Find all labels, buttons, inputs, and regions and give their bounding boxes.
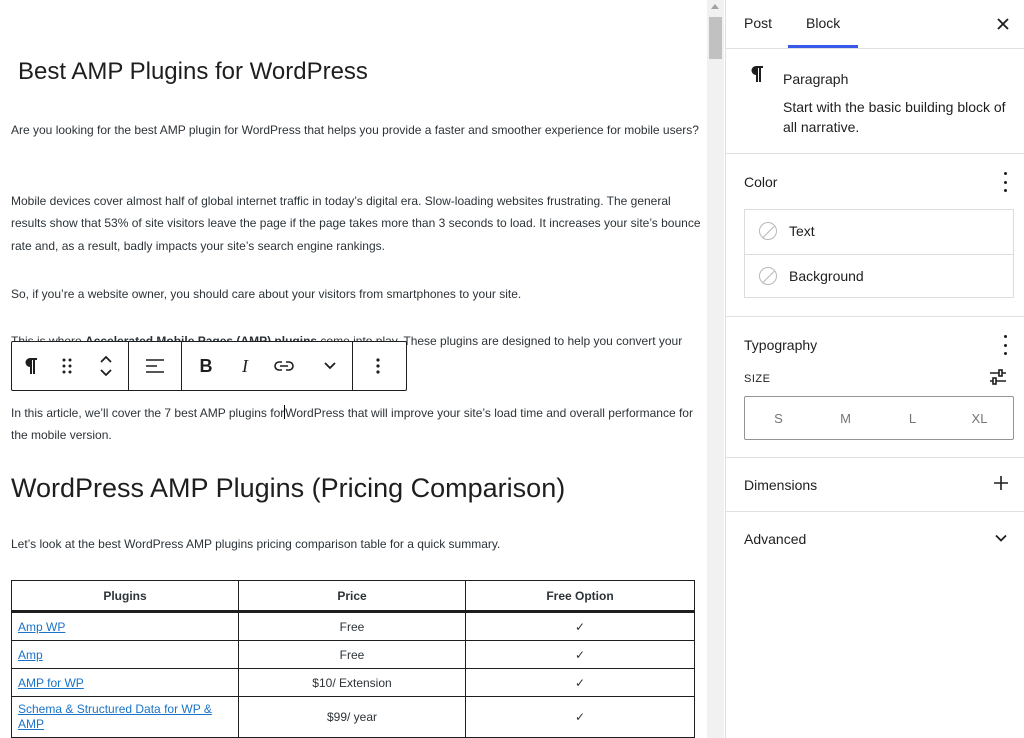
block-card-title: Paragraph: [783, 71, 849, 87]
scroll-up-arrow-icon[interactable]: [711, 4, 719, 9]
color-setting-label: Background: [789, 268, 864, 284]
settings-sidebar: Post Block Paragraph Start with the basi…: [725, 0, 1024, 738]
drag-handle-icon[interactable]: [50, 342, 84, 390]
font-size-option-l[interactable]: L: [879, 397, 946, 439]
table-cell: $99/ year: [238, 696, 466, 738]
table-row: Schema & Structured Data for WP & AMP $9…: [11, 696, 695, 738]
editor-scrollbar[interactable]: [707, 0, 724, 738]
table-row: Amp WP Free ✓: [11, 611, 695, 641]
empty-swatch-icon: [759, 267, 777, 285]
advanced-panel[interactable]: Advanced: [726, 512, 1024, 568]
advanced-panel-title: Advanced: [744, 531, 807, 547]
color-panel-title: Color: [744, 174, 778, 190]
text-color-setting[interactable]: Text: [745, 210, 1013, 254]
color-options-icon[interactable]: [1002, 172, 1008, 192]
pricing-table[interactable]: Plugins Price Free Option Amp WP Free ✓ …: [11, 580, 695, 738]
checkmark-icon: ✓: [465, 611, 695, 641]
table-cell: $10/ Extension: [238, 668, 466, 697]
italic-icon[interactable]: I: [230, 342, 260, 390]
checkmark-icon: ✓: [465, 640, 695, 669]
paragraph-block[interactable]: So, if you’re a website owner, you shoul…: [11, 283, 701, 305]
color-panel: Color Text Background: [726, 154, 1024, 317]
paragraph-block[interactable]: Mobile devices cover almost half of glob…: [11, 190, 701, 257]
color-panel-header: Color: [726, 154, 1024, 210]
heading-block[interactable]: WordPress AMP Plugins (Pricing Compariso…: [11, 473, 565, 504]
typography-options-icon[interactable]: [1002, 335, 1008, 355]
plugin-link[interactable]: Amp: [18, 648, 43, 662]
active-tab-indicator: [788, 45, 858, 48]
table-cell: Schema & Structured Data for WP & AMP: [11, 696, 239, 738]
table-cell: Amp WP: [11, 611, 239, 641]
checkmark-icon: ✓: [465, 668, 695, 697]
post-title[interactable]: Best AMP Plugins for WordPress: [18, 58, 368, 86]
paragraph-block-selected[interactable]: In this article, we’ll cover the 7 best …: [11, 402, 701, 447]
editor-canvas[interactable]: Best AMP Plugins for WordPress Are you l…: [0, 0, 707, 738]
paragraph-icon[interactable]: [12, 342, 50, 390]
paragraph-text: In this article, we’ll cover the 7 best …: [11, 406, 285, 420]
paragraph-block[interactable]: Are you looking for the best AMP plugin …: [11, 119, 701, 141]
plus-icon[interactable]: [992, 474, 1010, 492]
toolbar-align-group: [129, 342, 182, 390]
table-cell: Free: [238, 640, 466, 669]
tab-block[interactable]: Block: [806, 0, 840, 48]
dimensions-panel[interactable]: Dimensions: [726, 458, 1024, 512]
empty-swatch-icon: [759, 222, 777, 240]
typography-panel-header: Typography: [726, 317, 1024, 373]
font-size-option-m[interactable]: M: [812, 397, 879, 439]
sidebar-tabs: Post Block: [726, 0, 1024, 49]
font-size-option-s[interactable]: S: [745, 397, 812, 439]
table-row: AMP for WP $10/ Extension ✓: [11, 668, 695, 697]
plugin-link[interactable]: Amp WP: [18, 620, 65, 634]
color-settings-list: Text Background: [744, 209, 1014, 298]
paragraph-icon: [750, 65, 764, 89]
close-icon[interactable]: [992, 13, 1014, 35]
dimensions-panel-title: Dimensions: [744, 477, 818, 493]
plugin-link[interactable]: AMP for WP: [18, 676, 84, 690]
color-setting-label: Text: [789, 223, 815, 239]
font-size-picker: S M L XL: [744, 396, 1014, 440]
paragraph-block[interactable]: Let’s look at the best WordPress AMP plu…: [11, 533, 701, 555]
block-card-description: Start with the basic building block of a…: [783, 99, 1006, 135]
font-size-option-xl[interactable]: XL: [946, 397, 1013, 439]
table-header-cell: Free Option: [465, 580, 695, 613]
toolbar-block-group: [12, 342, 129, 390]
typography-panel: Typography SIZE S M L XL: [726, 317, 1024, 458]
table-header-cell: Price: [238, 580, 466, 613]
chevron-down-icon[interactable]: [994, 531, 1010, 547]
tab-post[interactable]: Post: [744, 0, 772, 48]
plugin-link[interactable]: Schema & Structured Data for WP & AMP: [18, 702, 212, 731]
block-card: Paragraph Start with the basic building …: [726, 49, 1024, 154]
move-up-down-icon[interactable]: [84, 342, 128, 390]
table-cell: AMP for WP: [11, 668, 239, 697]
toolbar-options-group: [353, 342, 403, 390]
bold-icon[interactable]: B: [182, 342, 230, 390]
typography-panel-title: Typography: [744, 337, 818, 353]
table-row: Amp Free ✓: [11, 640, 695, 669]
table-header-row: Plugins Price Free Option: [11, 580, 695, 613]
font-size-label: SIZE: [744, 373, 771, 385]
options-icon[interactable]: [353, 342, 403, 390]
table-cell: Free: [238, 611, 466, 641]
custom-size-settings-icon[interactable]: [988, 369, 1012, 389]
background-color-setting[interactable]: Background: [745, 254, 1013, 299]
more-rich-text-icon[interactable]: [308, 342, 352, 390]
toolbar-format-group: B I: [182, 342, 353, 390]
block-toolbar: B I: [11, 341, 407, 391]
link-icon[interactable]: [260, 342, 308, 390]
checkmark-icon: ✓: [465, 696, 695, 738]
table-cell: Amp: [11, 640, 239, 669]
align-icon[interactable]: [129, 342, 181, 390]
scrollbar-thumb[interactable]: [709, 17, 722, 59]
table-header-cell: Plugins: [11, 580, 239, 613]
